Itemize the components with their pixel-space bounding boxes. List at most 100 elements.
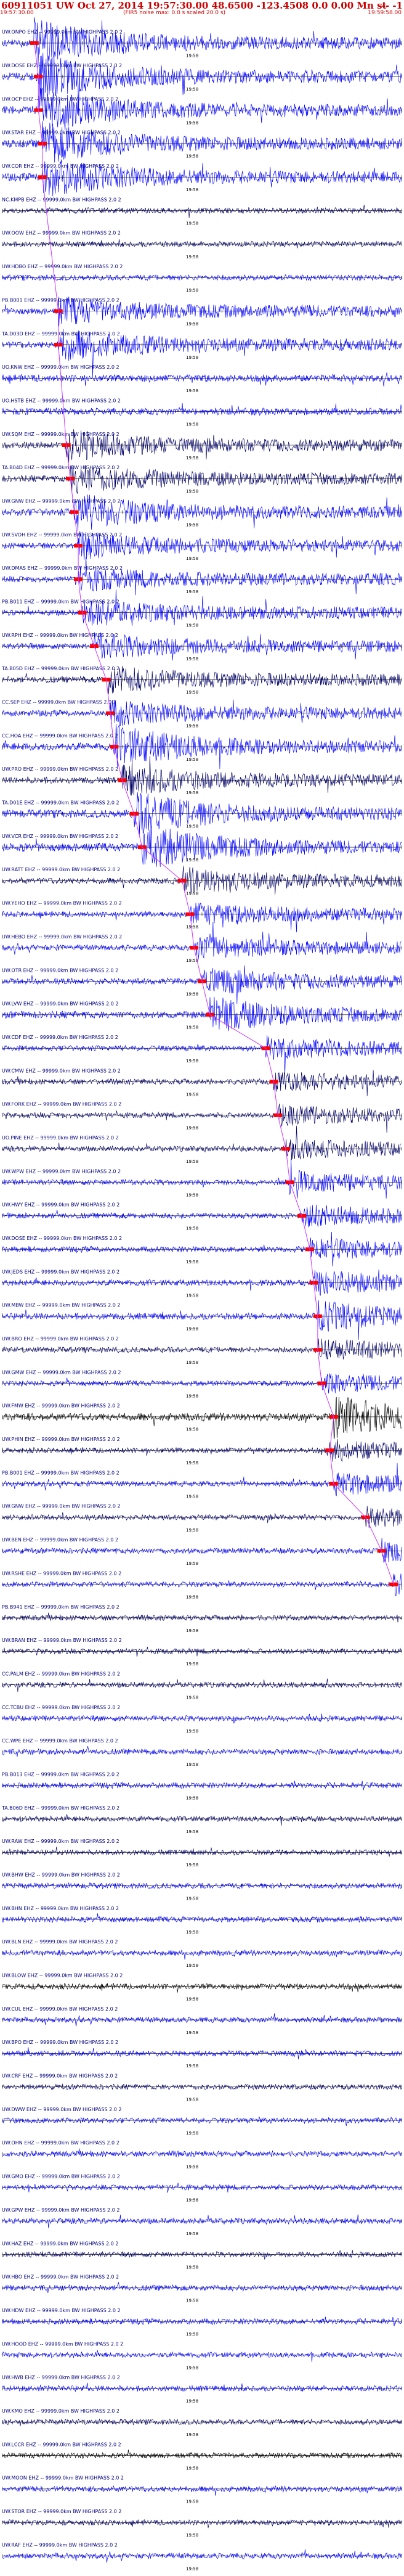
time-marker-label: 19:58 [186, 690, 198, 695]
time-marker-label: 19:58 [186, 1360, 198, 1365]
station-label: CC.SEP EHZ -- 99999.0km BW HIGHPASS 2.0 … [2, 700, 116, 705]
trace-54: UW.RAW EHZ -- 99999.0km BW HIGHPASS 2.0 … [2, 1839, 402, 1868]
station-label: UW.MBW EHZ -- 99999.0km BW HIGHPASS 2.0 … [2, 1303, 121, 1308]
station-label: UW.SQM EHZ -- 99999.0km BW HIGHPASS 2.0 … [2, 432, 119, 437]
trace-57: UW.BLN EHZ -- 99999.0km BW HIGHPASS 2.0 … [2, 1939, 402, 1968]
station-label: UW.BRAN EHZ -- 99999.0km BW HIGHPASS 2.0… [2, 1638, 122, 1643]
time-marker-label: 19:58 [186, 2332, 198, 2337]
trace-63: UW.OHN EHZ -- 99999.0km BW HIGHPASS 2.0 … [2, 2140, 402, 2169]
time-marker-label: 19:58 [186, 1226, 198, 1231]
time-marker-label: 19:58 [186, 2098, 198, 2102]
trace-66: UW.HAZ EHZ -- 99999.0km BW HIGHPASS 2.0 … [2, 2241, 402, 2270]
time-marker-label: 19:58 [186, 1192, 198, 1197]
time-marker-label: 19:58 [186, 87, 198, 92]
trace-36: UW.DOSE EHZ -- 99999.0km BW HIGHPASS 2.0… [2, 1231, 402, 1267]
trace-65: UW.GPW EHZ -- 99999.0km BW HIGHPASS 2.0 … [2, 2207, 402, 2236]
station-label: UW.DWW EHZ -- 99999.0km BW HIGHPASS 2.0 … [2, 2107, 121, 2112]
trace-12: UW.SQM EHZ -- 99999.0km BW HIGHPASS 2.0 … [2, 429, 402, 463]
station-label: CC.HOA EHZ -- 99999.0km BW HIGHPASS 2.0 … [2, 733, 118, 739]
station-label: UW.WPW EHZ -- 99999.0km BW HIGHPASS 2.0 … [2, 1168, 121, 1174]
time-marker-label: 19:58 [186, 120, 198, 125]
time-marker-label: 19:58 [186, 2265, 198, 2270]
time-marker-label: 19:58 [186, 2432, 198, 2437]
trace-29: UW.LVW EHZ -- 99999.0km BW HIGHPASS 2.0 … [2, 996, 402, 1032]
station-label: UW.ONPO EHZ -- 99999.0km BW HIGHPASS 2.0… [2, 30, 123, 35]
trace-6: UW.OOW EHZ -- 99999.0km BW HIGHPASS 2.0 … [2, 231, 402, 260]
time-marker-label: 19:58 [186, 1494, 198, 1499]
trace-0: UW.ONPO EHZ -- 99999.0km BW HIGHPASS 2.0… [2, 17, 402, 68]
trace-68: UW.HDW EHZ -- 99999.0km BW HIGHPASS 2.0 … [2, 2308, 402, 2337]
station-label: UW.BLOW EHZ -- 99999.0km BW HIGHPASS 2.0… [2, 1973, 123, 1979]
trace-42: UW.PHIN EHZ -- 99999.0km BW HIGHPASS 2.0… [2, 1437, 402, 1466]
time-marker-label: 19:58 [186, 1092, 198, 1097]
time-marker-label: 19:58 [186, 187, 198, 192]
station-label: UW.HWB EHZ -- 99999.0km BW HIGHPASS 2.0 … [2, 2375, 120, 2381]
station-label: UW.MOON EHZ -- 99999.0km BW HIGHPASS 2.0… [2, 2476, 124, 2481]
station-label: UW.YEHO EHZ -- 99999.0km BW HIGHPASS 2.0… [2, 901, 122, 906]
time-marker-label: 19:58 [186, 355, 198, 360]
time-marker-label: 19:58 [186, 1997, 198, 2002]
trace-22: UW.PRO EHZ -- 99999.0km BW HIGHPASS 2.0 … [2, 756, 402, 795]
station-label: UW.GMW EHZ -- 99999.0km BW HIGHPASS 2.0 … [2, 1369, 121, 1375]
station-label: TA.D01E EHZ -- 99999.0km BW HIGHPASS 2.0… [1, 800, 119, 806]
waveform [2, 903, 402, 933]
trace-59: UW.CUL EHZ -- 99999.0km BW HIGHPASS 2.0 … [2, 2006, 402, 2035]
station-label: UW.HDBO EHZ -- 99999.0km BW HIGHPASS 2.0… [2, 264, 123, 269]
time-marker-label: 19:58 [186, 1628, 198, 1633]
time-marker-label: 19:58 [186, 1796, 198, 1801]
station-label: UW.CDF EHZ -- 99999.0km BW HIGHPASS 2.0 … [2, 1035, 118, 1040]
station-label: UW.OTR EHZ -- 99999.0km BW HIGHPASS 2.0 … [2, 967, 118, 973]
trace-7: UW.HDBO EHZ -- 99999.0km BW HIGHPASS 2.0… [2, 264, 402, 293]
trace-25: UW.RATT EHZ -- 99999.0km BW HIGHPASS 2.0… [2, 866, 402, 896]
trace-56: UW.BHN EHZ -- 99999.0km BW HIGHPASS 2.0 … [2, 1906, 402, 1935]
trace-19: TA.B05D EHZ -- 99999.0km BW HIGHPASS 2.0… [1, 666, 402, 695]
station-label: CC.TCBU EHZ -- 99999.0km BW HIGHPASS 2.0… [2, 1705, 120, 1710]
trace-13: TA.B04D EHZ -- 99999.0km BW HIGHPASS 2.0… [1, 464, 402, 494]
time-marker-label: 19:58 [186, 891, 198, 896]
station-label: UW.LVW EHZ -- 99999.0km BW HIGHPASS 2.0 … [2, 1001, 118, 1007]
station-label: UW.FMW EHZ -- 99999.0km BW HIGHPASS 2.0 … [2, 1403, 120, 1409]
time-marker-label: 19:58 [186, 255, 198, 260]
trace-70: UW.HWB EHZ -- 99999.0km BW HIGHPASS 2.0 … [2, 2375, 402, 2404]
time-marker-label: 19:58 [186, 422, 198, 427]
time-marker-label: 19:58 [186, 2299, 198, 2303]
trace-8: PB.B001 EHZ -- 99999.0km BW HIGHPASS 2.0… [2, 297, 402, 326]
trace-46: UW.RSHE EHZ -- 99999.0km BW HIGHPASS 2.0… [2, 1570, 402, 1599]
waveform [2, 1125, 402, 1160]
time-marker-label: 19:58 [186, 1260, 198, 1265]
station-label: PB.B011 EHZ -- 99999.0km BW HIGHPASS 2.0… [2, 599, 119, 604]
time-marker-label: 19:58 [186, 991, 198, 996]
station-label: UW.OOW EHZ -- 99999.0km BW HIGHPASS 2.0 … [2, 231, 121, 236]
station-label: UW.OCP EHZ -- 99999.0km BW HIGHPASS 2.0 … [2, 96, 118, 102]
station-label: UW.CMW EHZ -- 99999.0km BW HIGHPASS 2.0 … [2, 1068, 121, 1073]
trace-62: UW.DWW EHZ -- 99999.0km BW HIGHPASS 2.0 … [2, 2107, 402, 2136]
time-marker-label: 19:58 [186, 1662, 198, 1667]
trace-5: NC.KMPB EHZ -- 99999.0km BW HIGHPASS 2.0… [2, 197, 402, 226]
time-marker-label: 19:58 [186, 1863, 198, 1868]
trace-14: UW.GNW EHZ -- 99999.0km BW HIGHPASS 2.0 … [2, 494, 402, 531]
station-label: UW.HOOD EHZ -- 99999.0km BW HIGHPASS 2.0… [2, 2341, 123, 2347]
station-label: UW.GNW EHZ -- 99999.0km BW HIGHPASS 2.0 … [2, 1504, 121, 1509]
time-marker-label: 19:58 [186, 1695, 198, 1700]
station-label: TA.D03D EHZ -- 99999.0km BW HIGHPASS 2.0… [1, 331, 120, 337]
time-marker-label: 19:58 [186, 1393, 198, 1398]
waveform [2, 2549, 402, 2563]
station-label: UW.RPH EHZ -- 99999.0km BW HIGHPASS 2.0 … [2, 633, 118, 638]
time-marker-label: 19:58 [186, 288, 198, 293]
trace-52: PB.B013 EHZ -- 99999.0km BW HIGHPASS 2.0… [2, 1771, 402, 1801]
trace-21: CC.HOA EHZ -- 99999.0km BW HIGHPASS 2.0 … [2, 724, 402, 769]
time-marker-label: 19:58 [186, 1293, 198, 1298]
trace-47: PB.B941 EHZ -- 99999.0km BW HIGHPASS 2.0… [2, 1604, 402, 1633]
station-label: TA.B06D EHZ -- 99999.0km BW HIGHPASS 2.0… [1, 1805, 119, 1811]
trace-73: UW.MOON EHZ -- 99999.0km BW HIGHPASS 2.0… [2, 2476, 402, 2504]
station-label: UW.LCCR EHZ -- 99999.0km BW HIGHPASS 2.0… [2, 2442, 121, 2447]
waveform [2, 922, 402, 960]
time-marker-label: 19:58 [186, 1762, 198, 1767]
trace-55: UW.BHW EHZ -- 99999.0km BW HIGHPASS 2.0 … [2, 1872, 402, 1901]
trace-44: UW.GNW EHZ -- 99999.0km BW HIGHPASS 2.0 … [2, 1504, 402, 1533]
trace-16: UW.DMAS EHZ -- 99999.0km BW HIGHPASS 2.0… [2, 556, 402, 596]
pick-marker [389, 1582, 398, 1586]
time-marker-label: 19:58 [186, 2131, 198, 2136]
station-label: UW.CUL EHZ -- 99999.0km BW HIGHPASS 2.0 … [2, 2006, 118, 2012]
station-label: UW.OHN EHZ -- 99999.0km BW HIGHPASS 2.0 … [2, 2140, 119, 2146]
